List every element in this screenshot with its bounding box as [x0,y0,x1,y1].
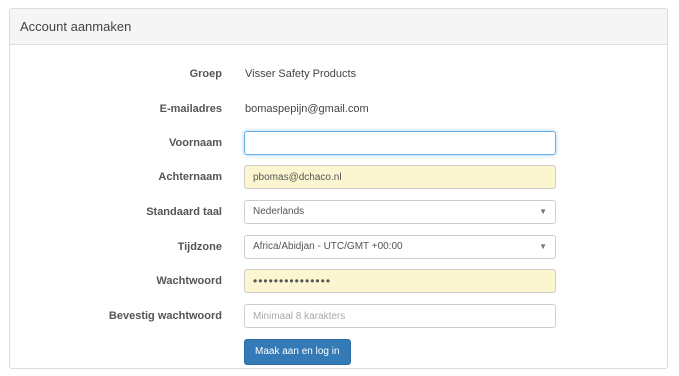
submit-row: Maak aan en log in [10,339,667,365]
timezone-label: Tijdzone [177,241,222,253]
lastname-input[interactable] [244,165,556,189]
email-label: E-mailadres [159,103,222,115]
language-row: Standaard taal Nederlands ▼ [10,200,667,224]
confirm-password-row: Bevestig wachtwoord [10,304,667,328]
group-label: Groep [189,68,222,80]
panel-title: Account aanmaken [10,9,667,45]
chevron-down-icon: ▼ [539,207,547,216]
group-value: Visser Safety Products [245,68,357,80]
firstname-label: Voornaam [169,137,222,149]
lastname-label: Achternaam [158,171,222,183]
password-label: Wachtwoord [156,275,222,287]
language-selected: Nederlands [253,206,305,217]
email-row: E-mailadres bomaspepijn@gmail.com [10,97,667,121]
firstname-row: Voornaam [10,131,667,155]
lastname-row: Achternaam [10,165,667,189]
firstname-input[interactable] [244,131,556,155]
confirm-password-label: Bevestig wachtwoord [108,310,222,322]
create-account-panel: Account aanmaken Groep Visser Safety Pro… [9,8,668,369]
chevron-down-icon: ▼ [539,242,547,251]
password-row: Wachtwoord ••••••••••••••• [10,269,667,293]
language-select[interactable]: Nederlands ▼ [244,200,556,224]
password-mask: ••••••••••••••• [253,274,332,288]
password-input[interactable]: ••••••••••••••• [244,269,556,293]
language-label: Standaard taal [146,206,222,218]
timezone-row: Tijdzone Africa/Abidjan - UTC/GMT +00:00… [10,235,667,259]
create-and-login-button[interactable]: Maak aan en log in [244,339,351,365]
timezone-selected: Africa/Abidjan - UTC/GMT +00:00 [253,241,403,252]
email-value: bomaspepijn@gmail.com [245,103,369,115]
group-row: Groep Visser Safety Products [10,62,667,86]
timezone-select[interactable]: Africa/Abidjan - UTC/GMT +00:00 ▼ [244,235,556,259]
confirm-password-input[interactable] [244,304,556,328]
